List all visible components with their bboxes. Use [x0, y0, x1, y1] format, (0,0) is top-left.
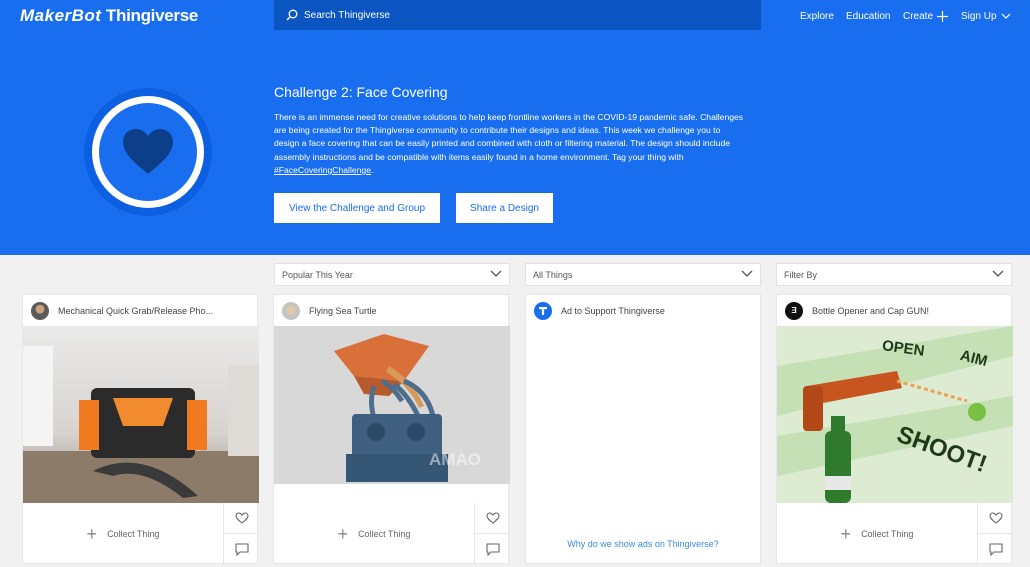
type-dropdown-value: All Things — [533, 269, 573, 280]
logo-thingiverse-text: Thingiverse — [105, 6, 199, 25]
card-footer: + Collect Thing — [23, 503, 259, 565]
makerbot-thingiverse-logo[interactable]: MakerBot Thingiverse — [20, 6, 198, 26]
heart-outline-icon — [234, 512, 249, 524]
sort-dropdown-value: Popular This Year — [282, 269, 353, 280]
badge-ring — [92, 96, 204, 208]
nav-education[interactable]: Education — [846, 0, 890, 32]
challenge-banner: Challenge 2: Face Covering There is an i… — [0, 34, 1030, 255]
filter-dropdown-value: Filter By — [784, 269, 818, 280]
heart-icon — [123, 129, 173, 174]
card-title: Ad to Support Thingiverse — [561, 305, 665, 316]
card-footer: + Collect Thing — [274, 503, 510, 565]
search-icon — [286, 9, 298, 21]
chevron-down-icon — [490, 270, 502, 277]
plus-icon: + — [840, 523, 852, 544]
comment-icon — [485, 543, 500, 556]
card-header[interactable]: Flying Sea Turtle — [274, 295, 508, 326]
search-input[interactable] — [304, 9, 704, 21]
nav-signup-label: Sign Up — [961, 10, 997, 22]
thingiverse-logo-icon — [534, 301, 552, 320]
heart-outline-icon — [485, 512, 500, 524]
card-actions — [474, 503, 510, 565]
card-header[interactable]: Ǝ Bottle Opener and Cap GUN! — [777, 295, 1011, 326]
chevron-down-icon — [1001, 13, 1011, 20]
like-button[interactable] — [475, 503, 510, 534]
challenge-description: There is an immense need for creative so… — [274, 111, 744, 177]
avatar[interactable] — [31, 301, 49, 320]
card-thumbnail[interactable] — [23, 326, 259, 503]
plus-icon: + — [337, 523, 349, 544]
comment-icon — [988, 543, 1003, 556]
type-dropdown[interactable]: All Things — [525, 263, 761, 286]
comment-button[interactable] — [224, 534, 259, 565]
card-title[interactable]: Bottle Opener and Cap GUN! — [812, 306, 929, 316]
card-header[interactable]: Mechanical Quick Grab/Release Pho... — [23, 295, 257, 326]
nav-create[interactable]: Create — [903, 0, 949, 32]
collect-thing-button[interactable]: + Collect Thing — [23, 503, 223, 565]
challenge-badge — [84, 88, 212, 216]
collect-label: Collect Thing — [107, 529, 160, 539]
thing-card: Flying Sea Turtle AMAO + Collect Thing — [273, 294, 510, 565]
challenge-title: Challenge 2: Face Covering — [274, 84, 448, 100]
collect-label: Collect Thing — [861, 529, 914, 539]
thing-card: Ǝ Bottle Opener and Cap GUN! OPEN AIM SH… — [776, 294, 1013, 565]
card-actions — [977, 503, 1013, 565]
challenge-description-text: There is an immense need for creative so… — [274, 112, 744, 162]
search-bar[interactable] — [274, 0, 761, 30]
thing-card: Mechanical Quick Grab/Release Pho... + Co… — [22, 294, 259, 565]
card-title[interactable]: Flying Sea Turtle — [309, 306, 377, 316]
plus-icon: + — [86, 523, 98, 544]
view-challenge-button[interactable]: View the Challenge and Group — [274, 193, 440, 223]
comment-icon — [234, 543, 249, 556]
card-title[interactable]: Mechanical Quick Grab/Release Pho... — [58, 306, 213, 316]
avatar[interactable] — [282, 301, 300, 320]
filter-by-dropdown[interactable]: Filter By — [776, 263, 1012, 286]
comment-button[interactable] — [475, 534, 510, 565]
plus-icon — [937, 10, 949, 22]
card-header: Ad to Support Thingiverse — [526, 295, 760, 326]
challenge-description-end: . — [370, 164, 374, 175]
share-design-button[interactable]: Share a Design — [456, 193, 553, 223]
card-actions — [223, 503, 259, 565]
collect-label: Collect Thing — [358, 529, 411, 539]
comment-button[interactable] — [978, 534, 1013, 565]
image-watermark: AMAO — [429, 450, 481, 469]
collect-thing-button[interactable]: + Collect Thing — [274, 503, 474, 565]
avatar[interactable]: Ǝ — [785, 301, 803, 320]
like-button[interactable] — [978, 503, 1013, 534]
chevron-down-icon — [741, 270, 753, 277]
sort-dropdown[interactable]: Popular This Year — [274, 263, 510, 286]
why-ads-link[interactable]: Why do we show ads on Thingiverse? — [526, 539, 760, 549]
heart-outline-icon — [988, 512, 1003, 524]
nav-create-label: Create — [903, 10, 934, 22]
ad-card: Ad to Support Thingiverse Why do we show… — [525, 294, 761, 564]
face-covering-hashtag-link[interactable]: #FaceCoveringChallenge — [274, 165, 371, 175]
nav-explore-label: Explore — [800, 10, 834, 22]
card-thumbnail[interactable]: AMAO — [274, 326, 510, 484]
collect-thing-button[interactable]: + Collect Thing — [777, 503, 977, 565]
like-button[interactable] — [224, 503, 259, 534]
badge-core — [99, 103, 197, 201]
logo-makerbot-text: MakerBot — [20, 6, 102, 25]
chevron-down-icon — [992, 270, 1004, 277]
top-navigation-bar: MakerBot Thingiverse Explore Education C… — [0, 0, 1030, 34]
card-thumbnail[interactable]: OPEN AIM SHOOT! — [777, 326, 1013, 503]
nav-explore[interactable]: Explore — [800, 0, 834, 32]
nav-education-label: Education — [846, 10, 891, 22]
card-footer: + Collect Thing — [777, 503, 1013, 565]
nav-sign-up[interactable]: Sign Up — [961, 0, 1011, 32]
